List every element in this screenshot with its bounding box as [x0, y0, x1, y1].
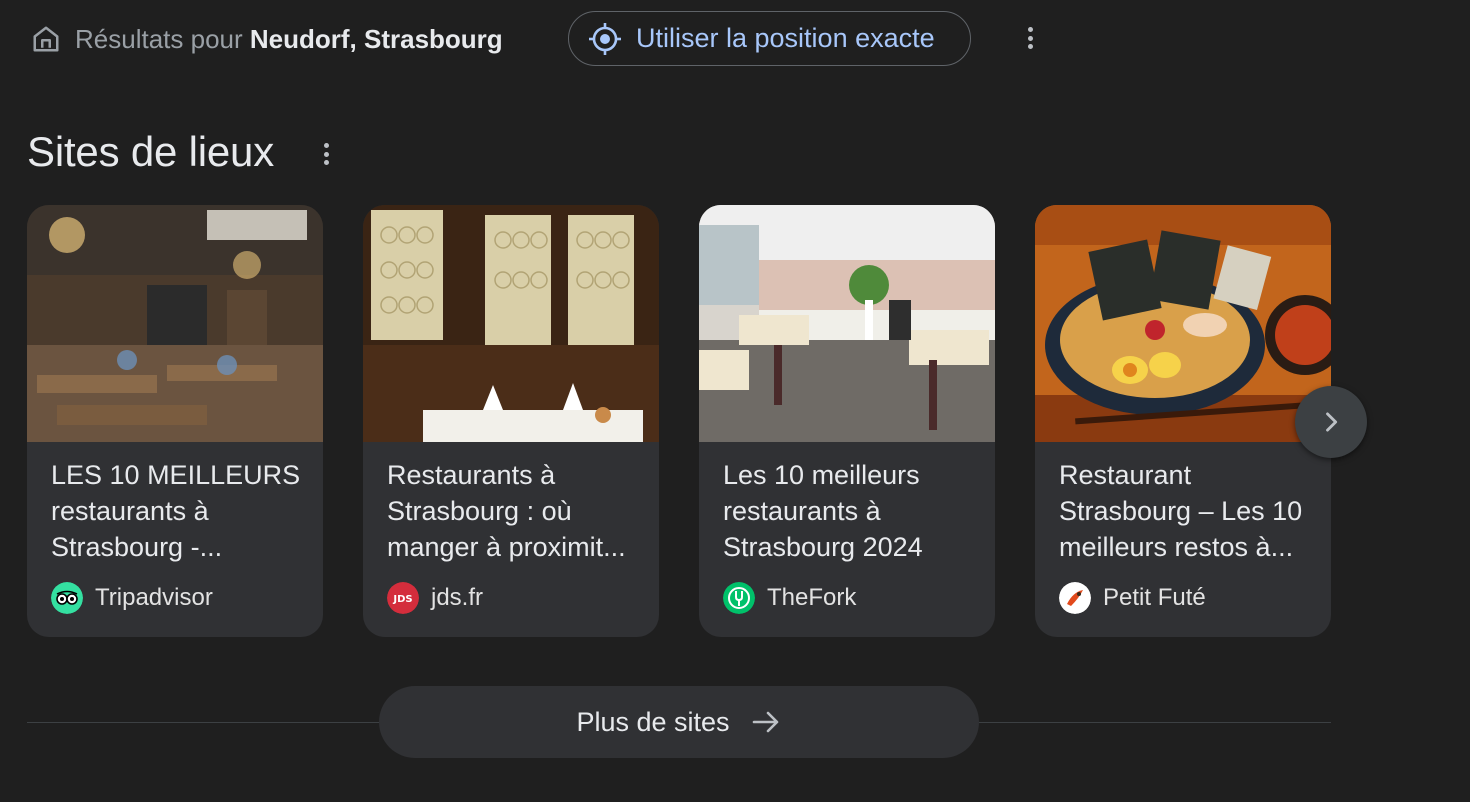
card-title: Restaurant Strasbourg – Les 10 meilleurs…: [1059, 460, 1303, 562]
jds-logo-icon: JDS: [387, 582, 419, 614]
carousel-next-button[interactable]: [1295, 386, 1367, 458]
use-exact-location-button[interactable]: Utiliser la position exacte: [568, 11, 971, 66]
card-source: JDS jds.fr: [387, 582, 483, 614]
card-source: Tripadvisor: [51, 582, 213, 614]
card-source-name: Tripadvisor: [95, 584, 213, 611]
card-thumbnail-dining-room: [363, 205, 659, 442]
home-icon: [30, 23, 62, 55]
card-source: TheFork: [723, 582, 856, 614]
arrow-right-icon: [752, 711, 778, 733]
card-thumbnail-ramen-dish: [1035, 205, 1331, 442]
card-title: Les 10 meilleurs restaurants à Strasbour…: [723, 460, 923, 562]
place-card[interactable]: Restaurants à Strasbourg : où manger à p…: [363, 205, 659, 637]
crosshair-icon: [589, 22, 621, 55]
search-results-page: Résultats pour Neudorf, Strasbourg Utili…: [0, 0, 1470, 802]
more-sites-button[interactable]: Plus de sites: [379, 686, 979, 758]
card-source: Petit Futé: [1059, 582, 1206, 614]
card-source-name: Petit Futé: [1103, 584, 1206, 611]
card-thumbnail-bright-dining-room: [699, 205, 995, 442]
section-title: Sites de lieux: [27, 128, 275, 175]
location-prefix: Résultats pour: [75, 23, 243, 54]
card-source-name: jds.fr: [431, 584, 484, 611]
thefork-logo-icon: [723, 582, 755, 614]
location-place: Neudorf, Strasbourg: [249, 23, 503, 54]
location-label: Résultats pour Neudorf, Strasbourg: [75, 24, 503, 55]
more-sites-label: Plus de sites: [576, 706, 730, 737]
card-thumbnail-restaurant-interior: [27, 205, 323, 442]
location-more-options-icon[interactable]: [1018, 26, 1042, 50]
divider-left: [27, 722, 379, 723]
card-source-name: TheFork: [767, 584, 857, 611]
place-card[interactable]: Les 10 meilleurs restaurants à Strasbour…: [699, 205, 995, 637]
tripadvisor-owl-icon: [51, 582, 83, 614]
divider-right: [979, 722, 1331, 723]
place-card[interactable]: Restaurant Strasbourg – Les 10 meilleurs…: [1035, 205, 1331, 637]
svg-text:JDS: JDS: [392, 594, 412, 605]
use-exact-location-label: Utiliser la position exacte: [636, 23, 935, 53]
card-title: Restaurants à Strasbourg : où manger à p…: [387, 460, 626, 562]
section-more-options-icon[interactable]: [314, 142, 338, 166]
petit-fute-logo-icon: [1059, 582, 1091, 614]
card-title: LES 10 MEILLEURS restaurants à Strasbour…: [51, 460, 301, 562]
chevron-right-icon: [1326, 412, 1338, 432]
location-bar: Résultats pour Neudorf, Strasbourg: [30, 12, 503, 66]
place-card[interactable]: LES 10 MEILLEURS restaurants à Strasbour…: [27, 205, 323, 637]
